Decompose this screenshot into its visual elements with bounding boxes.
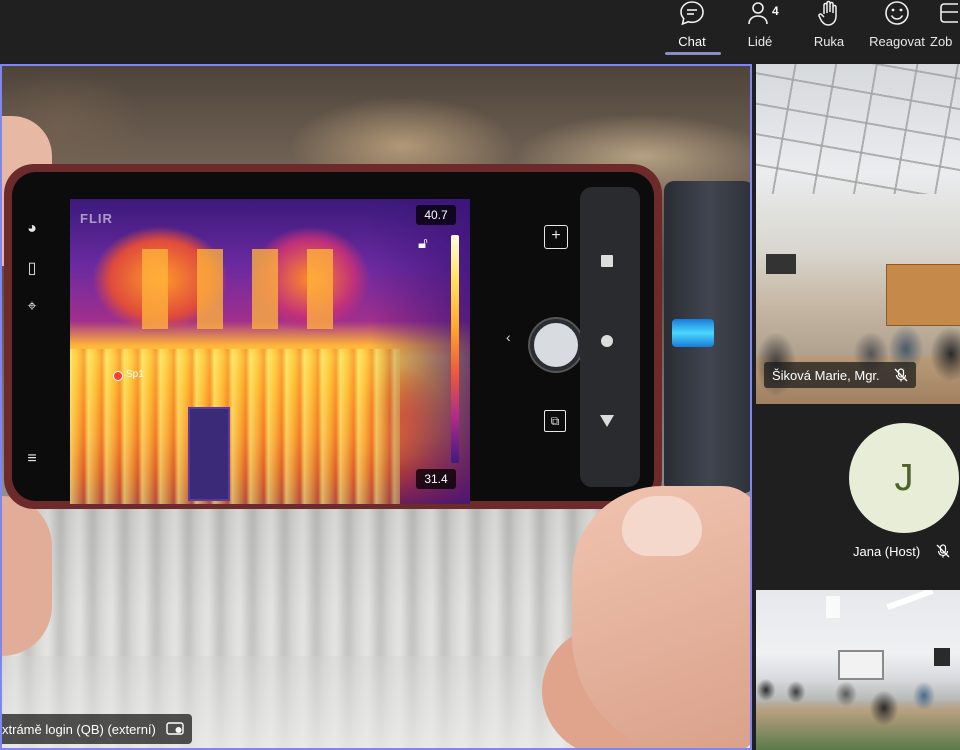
ceiling-light: [826, 596, 840, 618]
view-button[interactable]: Zob: [930, 0, 960, 62]
participant-name: Šiková Marie, Mgr.: [772, 367, 880, 383]
chat-label: Chat: [678, 34, 706, 49]
participant-tile-sikova[interactable]: Šiková Marie, Mgr.: [756, 64, 960, 404]
flir-logo: FLIR: [80, 211, 113, 226]
people-icon: 4: [747, 0, 779, 28]
android-nav-bar: [580, 187, 640, 487]
view-label: Zob: [930, 34, 953, 49]
back-icon: [600, 415, 614, 427]
people-count-badge: 4: [772, 4, 779, 18]
raise-hand-button[interactable]: Ruka: [794, 0, 864, 62]
presenter-name: xtrámě login (QB) (externí): [2, 721, 156, 737]
react-icon: [883, 0, 911, 28]
classroom-board: [838, 650, 884, 680]
people-button[interactable]: 4 Lidé: [725, 0, 795, 62]
raise-hand-label: Ruka: [813, 34, 845, 49]
chevron-left-icon: ‹: [506, 329, 511, 345]
left-thumb: [2, 496, 52, 656]
recents-icon: [601, 255, 613, 267]
people-label: Lidé: [747, 34, 773, 49]
classroom-screen: [766, 254, 796, 274]
temp-max-value: 40.7: [416, 205, 456, 225]
spot-label: Sp1: [126, 369, 144, 380]
palette-icon: ◕: [27, 220, 37, 237]
menu-icon: ≡: [27, 450, 37, 467]
active-tab-indicator: [665, 52, 721, 55]
target-icon: ⌖: [27, 298, 37, 315]
thermal-insulators: [130, 249, 350, 329]
share-screen-icon: [166, 722, 184, 735]
thermal-image: FLIR Sp1 40.7 🔓︎ 31.4: [70, 199, 470, 504]
right-thumbnail: [622, 496, 702, 556]
phone-screen: ◕ ▯ ⌖ ≡ FLIR Sp1 40.7 🔓︎ 31.4 + ‹ ⧉: [12, 172, 654, 504]
classroom-monitor: [934, 648, 950, 666]
classroom-ceiling: [756, 64, 960, 194]
participant-tile-classroom[interactable]: [756, 590, 960, 750]
participant-name-tag: Šiková Marie, Mgr.: [764, 362, 916, 388]
raise-hand-icon: [816, 0, 842, 28]
spot-marker: [113, 371, 123, 381]
avatar-initial: J: [894, 456, 914, 499]
gallery-icon: ⧉: [544, 410, 566, 432]
participant-tile-jana[interactable]: J Jana (Host): [756, 408, 960, 586]
camera-led: [672, 319, 714, 347]
measure-icon: ▯: [27, 260, 37, 277]
chat-icon: [679, 0, 705, 28]
lock-icon: 🔓︎: [418, 235, 428, 252]
temperature-scale-bar: [451, 235, 459, 463]
camera-side-menu: ◕ ▯ ⌖ ≡: [22, 192, 62, 492]
main-video-stage[interactable]: ◕ ▯ ⌖ ≡ FLIR Sp1 40.7 🔓︎ 31.4 + ‹ ⧉ xtrá…: [0, 64, 752, 750]
react-label: Reagovat: [869, 34, 925, 49]
classroom-students: [756, 678, 960, 750]
thermal-camera-module: [664, 181, 750, 493]
home-icon: [601, 335, 613, 347]
participant-name: Jana (Host): [853, 544, 921, 559]
shutter-button: [530, 319, 582, 371]
mic-off-icon: [894, 368, 908, 382]
view-icon: [938, 0, 958, 28]
meeting-toolbar: Chat 4 Lidé Ruka Reagovat Zob: [0, 0, 960, 62]
temp-min-value: 31.4: [416, 469, 456, 489]
add-icon: +: [544, 225, 568, 249]
phone-device: ◕ ▯ ⌖ ≡ FLIR Sp1 40.7 🔓︎ 31.4 + ‹ ⧉: [4, 164, 662, 509]
thermal-cold-door: [188, 407, 230, 501]
react-button[interactable]: Reagovat: [862, 0, 932, 62]
mic-off-icon: [936, 544, 950, 558]
presenter-name-tag: xtrámě login (QB) (externí): [2, 714, 192, 744]
avatar: J: [849, 423, 959, 533]
